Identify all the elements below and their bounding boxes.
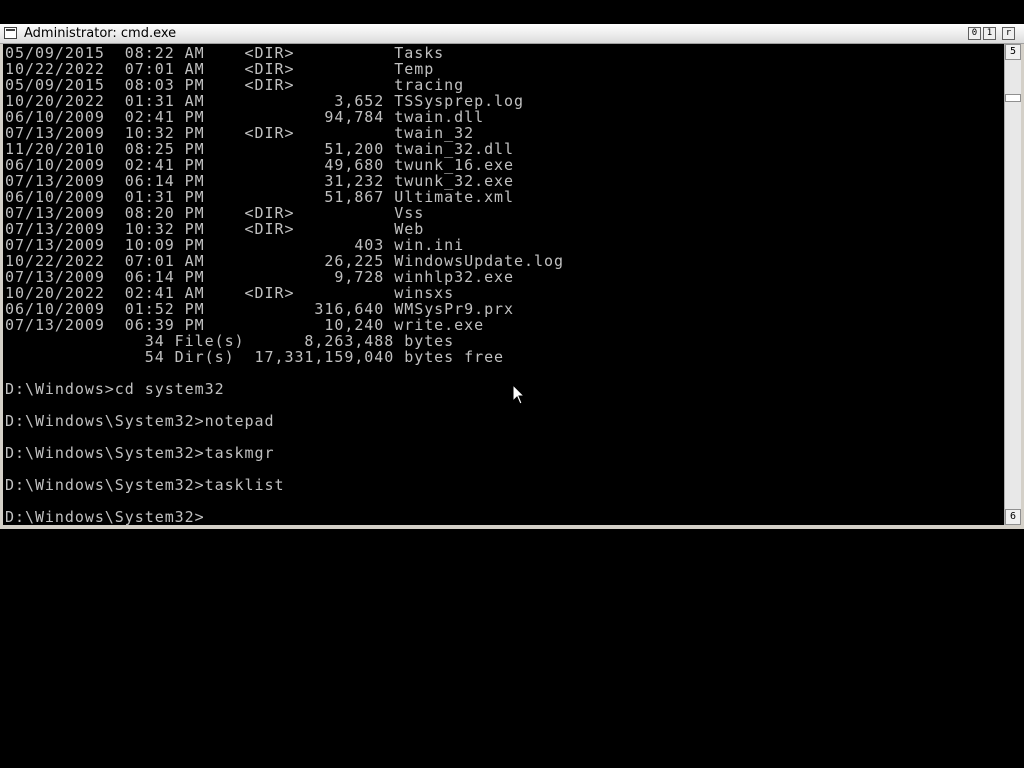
- scroll-thumb[interactable]: [1005, 94, 1021, 102]
- title-bar[interactable]: Administrator: cmd.exe 0 1 r: [0, 24, 1024, 44]
- console-line: 10/20/2022 02:41 AM <DIR> winsxs: [5, 284, 455, 302]
- scroll-up-button[interactable]: 5: [1005, 44, 1021, 60]
- console-line: 05/09/2015 08:03 PM <DIR> tracing: [5, 76, 465, 94]
- console-line: 07/13/2009 10:32 PM <DIR> Web: [5, 220, 425, 238]
- console-lines: 05/09/2015 08:22 AM <DIR> Tasks 10/22/202…: [5, 45, 564, 525]
- console-line: 05/09/2015 08:22 AM <DIR> Tasks: [5, 44, 445, 62]
- console-line: 06/10/2009 01:31 PM 51,867 Ultimate.xml: [5, 188, 515, 206]
- console-line: D:\Windows\System32>taskmgr: [5, 444, 275, 462]
- console-line: 10/22/2022 07:01 AM 26,225 WindowsUpdate…: [5, 252, 564, 270]
- console-line: 07/13/2009 08:20 PM <DIR> Vss: [5, 204, 425, 222]
- mouse-pointer-icon: [512, 384, 526, 405]
- minimize-button[interactable]: 0: [968, 27, 981, 40]
- window-title: Administrator: cmd.exe: [24, 26, 177, 41]
- console-line: D:\Windows\System32>tasklist: [5, 476, 285, 494]
- cmd-window[interactable]: Administrator: cmd.exe 0 1 r 05/09/2015 …: [0, 24, 1024, 529]
- console-line: 11/20/2010 08:25 PM 51,200 twain_32.dll: [5, 140, 515, 158]
- console-line: 06/10/2009 01:52 PM 316,640 WMSysPr9.prx: [5, 300, 515, 318]
- console-line: 34 File(s) 8,263,488 bytes: [5, 332, 455, 350]
- console-line: 07/13/2009 10:09 PM 403 win.ini: [5, 236, 465, 254]
- console-window-icon: [4, 27, 17, 39]
- scroll-down-button[interactable]: 6: [1005, 509, 1021, 525]
- console-output[interactable]: 05/09/2015 08:22 AM <DIR> Tasks 10/22/202…: [3, 44, 1004, 525]
- console-line: D:\Windows\System32>notepad: [5, 412, 275, 430]
- maximize-button[interactable]: 1: [983, 27, 996, 40]
- console-line: D:\Windows\System32>: [5, 508, 205, 525]
- console-line: 07/13/2009 06:39 PM 10,240 write.exe: [5, 316, 485, 334]
- console-line: 06/10/2009 02:41 PM 94,784 twain.dll: [5, 108, 485, 126]
- close-button[interactable]: r: [1002, 27, 1015, 40]
- console-line: 06/10/2009 02:41 PM 49,680 twunk_16.exe: [5, 156, 515, 174]
- desktop: Administrator: cmd.exe 0 1 r 05/09/2015 …: [0, 0, 1024, 768]
- console-line: 10/22/2022 07:01 AM <DIR> Temp: [5, 60, 435, 78]
- console-line: 07/13/2009 06:14 PM 9,728 winhlp32.exe: [5, 268, 515, 286]
- console-line: D:\Windows>cd system32: [5, 380, 225, 398]
- console-line: 07/13/2009 10:32 PM <DIR> twain_32: [5, 124, 475, 142]
- console-line: 10/20/2022 01:31 AM 3,652 TSSysprep.log: [5, 92, 524, 110]
- console-line: 54 Dir(s) 17,331,159,040 bytes free: [5, 348, 505, 366]
- console-line: 07/13/2009 06:14 PM 31,232 twunk_32.exe: [5, 172, 515, 190]
- vertical-scrollbar[interactable]: 5 6: [1004, 44, 1021, 525]
